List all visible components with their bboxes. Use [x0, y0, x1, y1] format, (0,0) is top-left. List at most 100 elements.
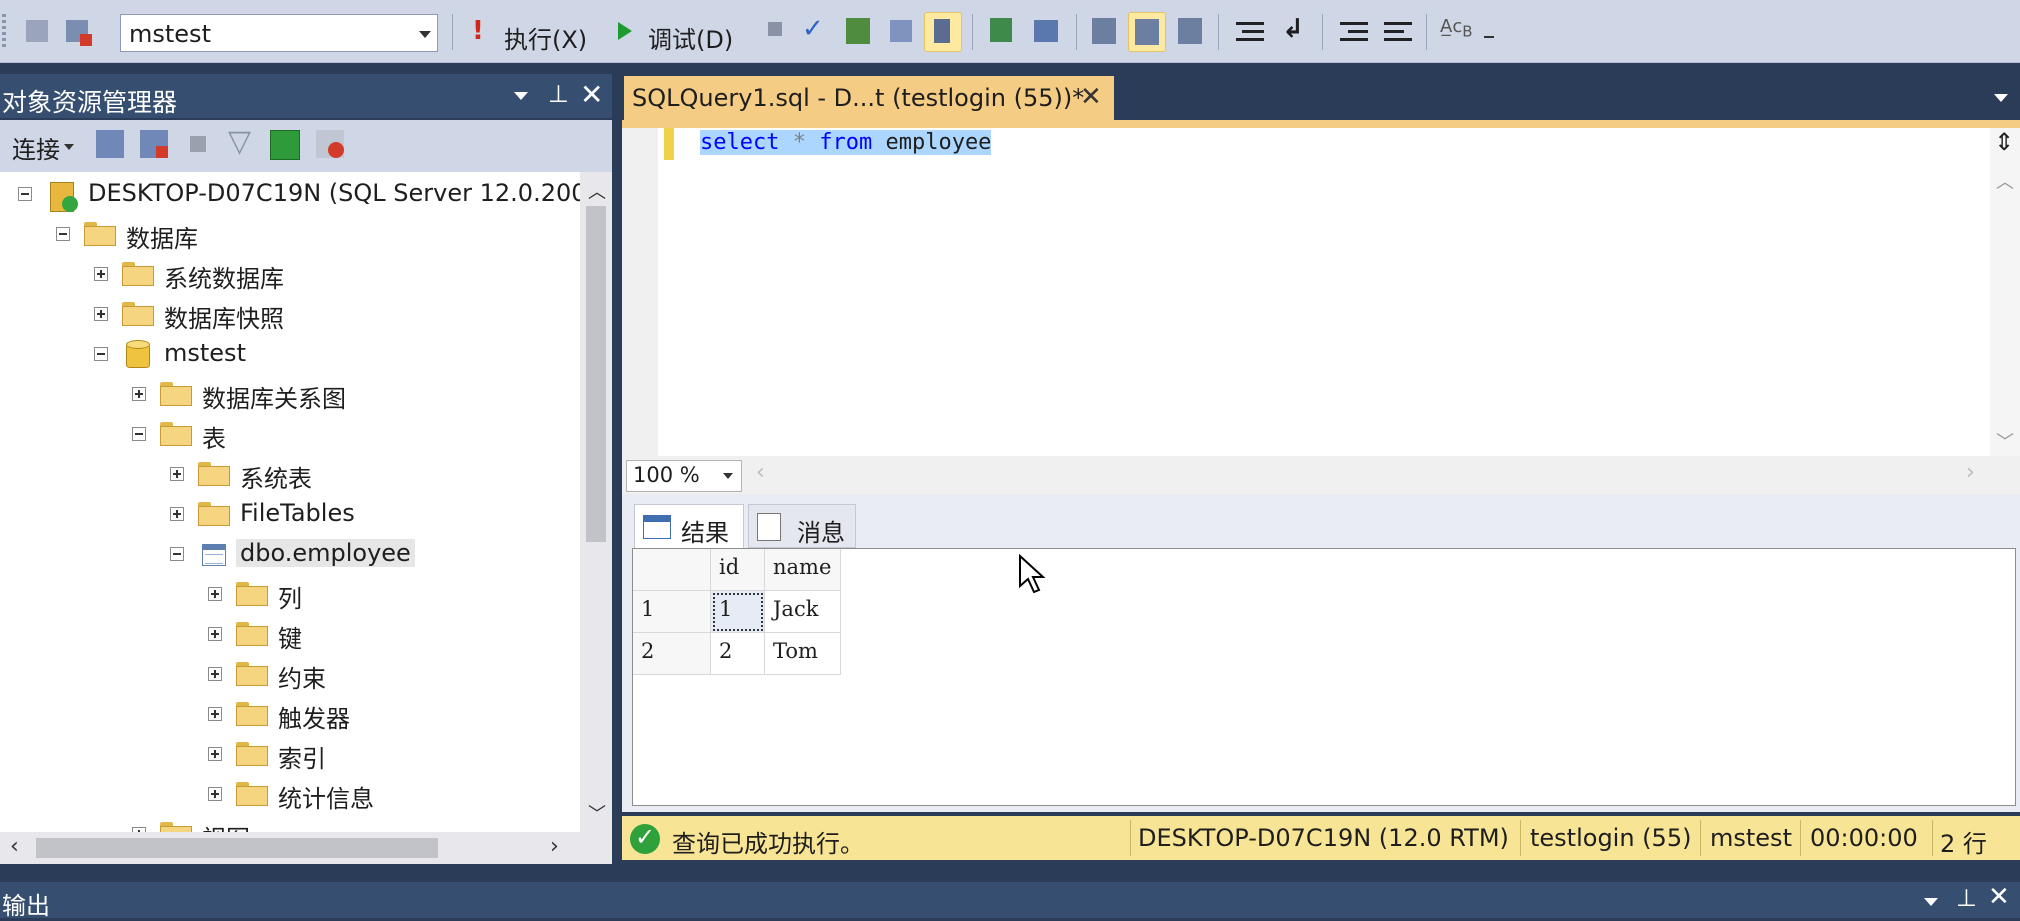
scroll-left-icon[interactable]: ‹	[10, 834, 19, 859]
disconnect-icon[interactable]	[60, 12, 96, 50]
scroll-thumb[interactable]	[36, 838, 438, 858]
refresh-icon[interactable]	[270, 130, 300, 160]
zoom-select[interactable]: 100 %	[626, 460, 742, 492]
scroll-right-icon[interactable]: ›	[1966, 460, 1975, 485]
increase-indent-icon[interactable]	[1380, 12, 1416, 50]
column-header-name[interactable]: name	[765, 549, 841, 591]
tree-node-tables[interactable]: 表	[0, 416, 612, 454]
tree-node-indexes[interactable]: 索引	[0, 736, 612, 774]
tree-node-databases[interactable]: 数据库	[0, 216, 612, 254]
expand-toggle[interactable]	[170, 507, 184, 521]
expand-toggle[interactable]	[208, 747, 222, 761]
tree-node-filetables[interactable]: FileTables	[0, 496, 612, 534]
scroll-left-icon[interactable]: ‹	[756, 460, 765, 485]
comment-icon[interactable]	[1232, 12, 1268, 50]
decrease-indent-icon[interactable]	[1336, 12, 1372, 50]
expand-toggle[interactable]	[94, 267, 108, 281]
tree-node-system-tables[interactable]: 系统表	[0, 456, 612, 494]
grid-corner-cell[interactable]	[633, 549, 711, 591]
tree-horizontal-scrollbar[interactable]: ‹ ›	[0, 832, 612, 864]
grid-cell[interactable]: Jack	[765, 591, 841, 633]
tree-vertical-scrollbar[interactable]: ︿ ﹀	[580, 172, 612, 832]
execute-button[interactable]: ! 执行(X)	[464, 12, 594, 54]
tab-results[interactable]: 结果	[634, 504, 744, 548]
tree-node-dbo-employee[interactable]: dbo.employee	[0, 536, 612, 574]
parse-checkmark-icon[interactable]: ✓	[796, 12, 832, 50]
tree-node-statistics[interactable]: 统计信息	[0, 776, 612, 814]
tree-node-constraints[interactable]: 约束	[0, 656, 612, 694]
scroll-up-icon[interactable]: ︿	[588, 178, 606, 204]
sql-editor[interactable]	[622, 128, 2020, 456]
specify-values-icon[interactable]: A̲cB	[1438, 12, 1474, 50]
toolbar-overflow-icon[interactable]	[1480, 12, 1500, 50]
expand-toggle[interactable]	[208, 667, 222, 681]
expand-toggle[interactable]	[208, 627, 222, 641]
scroll-down-icon[interactable]: ﹀	[588, 800, 606, 826]
connect-button[interactable]: 连接	[12, 130, 60, 165]
collapse-toggle[interactable]	[56, 227, 70, 241]
results-to-file-icon[interactable]	[1172, 12, 1208, 50]
query-designer-icon[interactable]	[884, 12, 920, 50]
scroll-thumb[interactable]	[586, 206, 606, 542]
grid-cell[interactable]: 1	[711, 591, 765, 633]
filter-icon[interactable]: ▽	[228, 124, 251, 159]
new-query-icon[interactable]	[20, 12, 56, 50]
sql-code-line[interactable]: select * from employee	[700, 130, 992, 155]
results-grid-toggle-icon[interactable]	[1128, 12, 1166, 52]
tree-node-columns[interactable]: 列	[0, 576, 612, 614]
tab-sqlquery1[interactable]: SQLQuery1.sql - D...t (testlogin (55))* …	[624, 76, 1114, 120]
pin-icon[interactable]: ⊥	[1956, 884, 1977, 912]
debug-button[interactable]: 调试(D)	[612, 12, 740, 54]
editor-vertical-scrollbar[interactable]: ⇕ ︿ ﹀	[1990, 128, 2020, 456]
window-position-icon[interactable]	[514, 92, 528, 100]
activity-monitor-icon[interactable]	[316, 130, 344, 158]
client-stats-icon[interactable]	[1028, 12, 1064, 50]
column-header-id[interactable]: id	[711, 549, 765, 591]
database-select[interactable]: mstest	[120, 14, 438, 52]
expand-toggle[interactable]	[208, 787, 222, 801]
toolbar-grip[interactable]	[2, 14, 6, 50]
cancel-query-icon[interactable]	[758, 12, 794, 50]
scroll-right-icon[interactable]: ›	[550, 834, 559, 859]
connect-server-icon[interactable]	[96, 130, 124, 158]
grid-cell[interactable]: Tom	[765, 633, 841, 675]
collapse-toggle[interactable]	[170, 547, 184, 561]
tab-messages[interactable]: 消息	[748, 504, 856, 548]
close-icon[interactable]: ✕	[1988, 882, 2010, 912]
window-position-icon[interactable]	[1924, 898, 1938, 906]
tree-node-keys[interactable]: 键	[0, 616, 612, 654]
close-icon[interactable]: ✕	[580, 78, 603, 111]
expand-toggle[interactable]	[170, 467, 184, 481]
expand-toggle[interactable]	[208, 707, 222, 721]
tree-node-database-snapshots[interactable]: 数据库快照	[0, 296, 612, 334]
scroll-up-icon[interactable]: ︿	[1996, 168, 2014, 194]
connect-dropdown-icon[interactable]	[64, 144, 74, 150]
collapse-toggle[interactable]	[94, 347, 108, 361]
close-tab-icon[interactable]: ✕	[1080, 82, 1102, 112]
collapse-toggle[interactable]	[132, 427, 146, 441]
stop-icon[interactable]	[190, 136, 206, 152]
tab-list-dropdown-icon[interactable]	[1994, 94, 2008, 102]
pin-icon[interactable]: ⊥	[548, 80, 569, 108]
grid-cell[interactable]: 2	[711, 633, 765, 675]
tree-node-server[interactable]: DESKTOP-D07C19N (SQL Server 12.0.2000	[0, 176, 612, 214]
disconnect-server-icon[interactable]	[140, 130, 168, 158]
tree-node-system-databases[interactable]: 系统数据库	[0, 256, 612, 294]
collapse-toggle[interactable]	[18, 187, 32, 201]
include-plan-icon[interactable]	[984, 12, 1020, 50]
results-to-grid-icon[interactable]	[924, 12, 962, 52]
scroll-down-icon[interactable]: ﹀	[1996, 428, 2014, 454]
row-header[interactable]: 2	[633, 633, 711, 675]
expand-toggle[interactable]	[94, 307, 108, 321]
tree-node-views[interactable]: 视图	[0, 816, 612, 832]
split-window-icon[interactable]: ⇕	[1994, 128, 2014, 156]
expand-toggle[interactable]	[132, 387, 146, 401]
estimated-plan-icon[interactable]	[840, 12, 876, 50]
results-to-text-icon[interactable]	[1086, 12, 1122, 50]
tree-node-mstest[interactable]: mstest	[0, 336, 612, 374]
row-header[interactable]: 1	[633, 591, 711, 633]
expand-toggle[interactable]	[208, 587, 222, 601]
uncomment-icon[interactable]: ↲	[1276, 12, 1312, 50]
tree-node-diagrams[interactable]: 数据库关系图	[0, 376, 612, 414]
results-grid[interactable]: id name 1 1 Jack 2 2 Tom	[632, 548, 2016, 806]
